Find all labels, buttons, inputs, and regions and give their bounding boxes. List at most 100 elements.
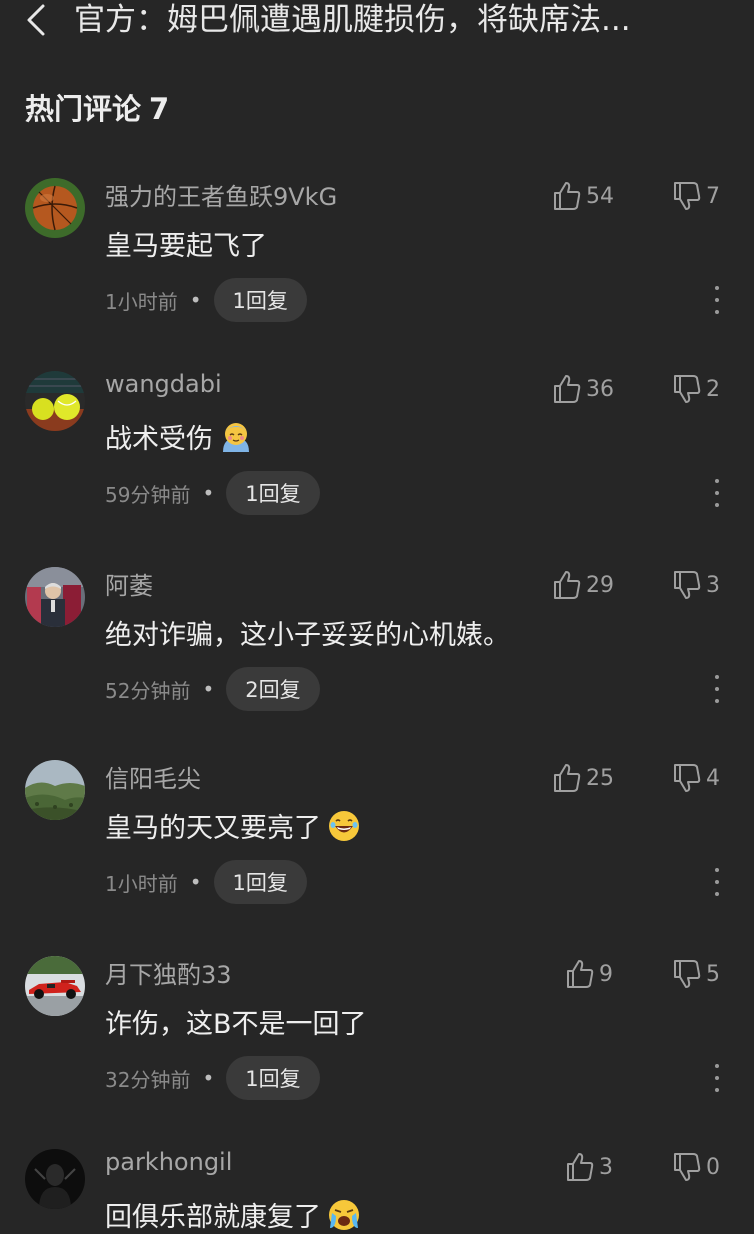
username[interactable]: 月下独酌33: [105, 955, 232, 990]
like-count: 25: [586, 765, 614, 791]
article-title: 官方：姆巴佩遭遇肌腱损伤，将缺席法...: [74, 2, 631, 38]
tennis-balls-avatar-icon: [25, 371, 85, 431]
hot-comments-label: 热门评论: [25, 92, 142, 126]
replies-button[interactable]: 1回复: [226, 1056, 320, 1100]
comment-meta: 1小时前 • 1回复: [105, 860, 307, 904]
replies-button[interactable]: 1回复: [213, 278, 307, 322]
user-avatar[interactable]: [25, 1149, 85, 1209]
comment-text: 绝对诈骗，这小子妥妥的心机婊。: [105, 613, 510, 652]
separator-dot: •: [202, 1066, 215, 1090]
user-avatar[interactable]: [25, 567, 85, 627]
like-count: 9: [599, 961, 613, 987]
like-count: 29: [586, 572, 614, 598]
crying-face-emoji-icon: [327, 1198, 361, 1232]
comment-time: 1小时前: [105, 871, 178, 896]
thumbs-down-icon: [674, 182, 701, 210]
username[interactable]: 阿萎: [105, 566, 153, 601]
hills-landscape-avatar-icon: [25, 760, 85, 820]
comment-body: 回俱乐部就康复了: [105, 1202, 321, 1233]
thumbs-up-icon: [554, 182, 581, 210]
more-options-icon[interactable]: [704, 675, 730, 703]
user-avatar[interactable]: [25, 178, 85, 238]
like-count: 36: [586, 376, 614, 402]
thumbs-up-icon: [554, 571, 581, 599]
like-button[interactable]: 29: [552, 567, 614, 603]
dislike-count: 2: [706, 376, 720, 402]
race-car-avatar-icon: [25, 956, 85, 1016]
comment-time: 32分钟前: [105, 1067, 191, 1092]
thumbs-up-icon: [554, 375, 581, 403]
comment-text: 诈伤，这B不是一回了: [105, 1002, 367, 1041]
comment-text: 回俱乐部就康复了: [105, 1195, 361, 1234]
comment-text: 战术受伤: [105, 417, 253, 456]
comment-meta: 1小时前 • 1回复: [105, 278, 307, 322]
thumbs-down-icon: [674, 571, 701, 599]
comment-meta: 59分钟前 • 1回复: [105, 471, 320, 515]
thumbs-down-icon: [674, 960, 701, 988]
username[interactable]: 强力的王者鱼跃9VkG: [105, 177, 337, 212]
top-bar: 官方：姆巴佩遭遇肌腱损伤，将缺席法...: [0, 0, 754, 44]
comment-meta: 52分钟前 • 2回复: [105, 667, 320, 711]
dislike-count: 5: [706, 961, 720, 987]
chevron-left-icon: [27, 4, 45, 36]
shy-face-emoji-icon: [219, 420, 253, 454]
username[interactable]: parkhongil: [105, 1148, 232, 1176]
like-button[interactable]: 25: [552, 760, 614, 796]
comment-body: 诈伤，这B不是一回了: [105, 1009, 367, 1040]
comment-time: 59分钟前: [105, 482, 191, 507]
dislike-button[interactable]: 4: [672, 760, 720, 796]
comment-body: 战术受伤: [105, 424, 213, 455]
separator-dot: •: [202, 481, 215, 505]
thumbs-down-icon: [674, 1153, 701, 1181]
hot-comments-heading: 热门评论 7: [25, 86, 169, 128]
thumbs-up-icon: [567, 1153, 594, 1181]
dislike-count: 3: [706, 572, 720, 598]
comment-time: 52分钟前: [105, 678, 191, 703]
more-options-icon[interactable]: [704, 286, 730, 314]
replies-button[interactable]: 2回复: [226, 667, 320, 711]
like-count: 3: [599, 1154, 613, 1180]
separator-dot: •: [189, 870, 202, 894]
back-button[interactable]: [16, 0, 56, 40]
thumbs-up-icon: [567, 960, 594, 988]
more-options-icon[interactable]: [704, 868, 730, 896]
comment-body: 皇马的天又要亮了: [105, 813, 321, 844]
coach-photo-avatar-icon: [25, 567, 85, 627]
hot-comments-count: 7: [149, 92, 170, 126]
comment-body: 皇马要起飞了: [105, 231, 267, 262]
dislike-count: 4: [706, 765, 720, 791]
dislike-count: 7: [706, 183, 720, 209]
user-avatar[interactable]: [25, 760, 85, 820]
comment-text: 皇马要起飞了: [105, 224, 267, 263]
comment-time: 1小时前: [105, 289, 178, 314]
comment-text: 皇马的天又要亮了: [105, 806, 361, 845]
laughing-face-emoji-icon: [327, 809, 361, 843]
username[interactable]: 信阳毛尖: [105, 759, 201, 794]
username[interactable]: wangdabi: [105, 370, 222, 398]
thumbs-down-icon: [674, 764, 701, 792]
thumbs-up-icon: [554, 764, 581, 792]
separator-dot: •: [202, 677, 215, 701]
separator-dot: •: [189, 288, 202, 312]
dislike-count: 0: [706, 1154, 720, 1180]
basketball-avatar-icon: [25, 178, 85, 238]
more-options-icon[interactable]: [704, 1064, 730, 1092]
dislike-button[interactable]: 3: [672, 567, 720, 603]
like-button[interactable]: 36: [552, 371, 614, 407]
thumbs-down-icon: [674, 375, 701, 403]
like-button[interactable]: 54: [552, 178, 614, 214]
more-options-icon[interactable]: [704, 479, 730, 507]
dislike-button[interactable]: 2: [672, 371, 720, 407]
user-avatar[interactable]: [25, 956, 85, 1016]
like-button[interactable]: 9: [565, 956, 613, 992]
like-count: 54: [586, 183, 614, 209]
replies-button[interactable]: 1回复: [226, 471, 320, 515]
comment-meta: 32分钟前 • 1回复: [105, 1056, 320, 1100]
comment-body: 绝对诈骗，这小子妥妥的心机婊。: [105, 620, 510, 651]
dislike-button[interactable]: 7: [672, 178, 720, 214]
dislike-button[interactable]: 0: [672, 1149, 720, 1185]
user-avatar[interactable]: [25, 371, 85, 431]
replies-button[interactable]: 1回复: [213, 860, 307, 904]
like-button[interactable]: 3: [565, 1149, 613, 1185]
dislike-button[interactable]: 5: [672, 956, 720, 992]
